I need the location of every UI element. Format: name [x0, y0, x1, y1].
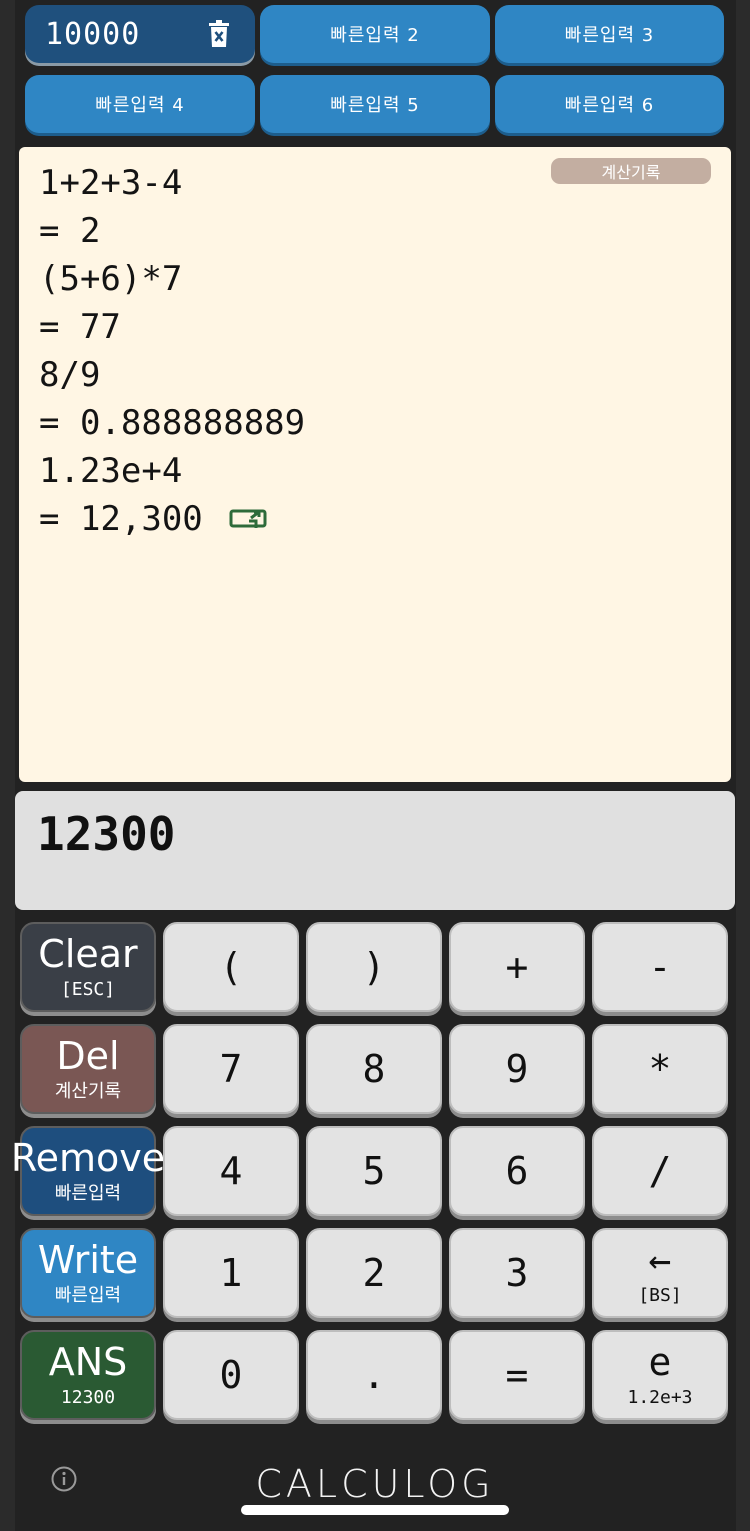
history-expression: (5+6)*7: [39, 259, 183, 299]
exponent-example: 1.2e+3: [627, 1387, 693, 1408]
write-quick-input-button[interactable]: Write 빠른입력: [20, 1228, 156, 1318]
key-label: .: [362, 1353, 386, 1397]
two-button[interactable]: 2: [306, 1228, 442, 1318]
five-button[interactable]: 5: [306, 1126, 442, 1216]
history-result: = 77: [39, 307, 121, 347]
minus-button[interactable]: -: [592, 922, 728, 1012]
history-line[interactable]: 8/9: [39, 351, 305, 399]
key-label: +: [505, 945, 529, 989]
close-paren-button[interactable]: ): [306, 922, 442, 1012]
key-label: (: [219, 945, 243, 989]
ans-button[interactable]: ANS 12300: [20, 1330, 156, 1420]
history-tag: 계산기록: [551, 158, 711, 184]
key-label: 2: [362, 1251, 386, 1295]
seven-button[interactable]: 7: [163, 1024, 299, 1114]
delete-label: Del: [56, 1034, 120, 1078]
eight-button[interactable]: 8: [306, 1024, 442, 1114]
quick-input-6-label: 빠른입력 6: [564, 95, 655, 116]
input-display[interactable]: 12300: [15, 791, 735, 910]
quick-input-5-label: 빠른입력 5: [330, 95, 420, 116]
one-button[interactable]: 1: [163, 1228, 299, 1318]
quick-input-2-label: 빠른입력 2: [330, 25, 420, 46]
remove-quick-input-button[interactable]: Remove 빠른입력: [11, 1126, 165, 1216]
remove-label: Remove: [10, 1136, 166, 1180]
history-result: = 0.888888889: [39, 403, 306, 443]
backspace-shortcut: [BS]: [638, 1285, 682, 1306]
display-value: 12300: [37, 807, 176, 861]
key-label: =: [505, 1353, 529, 1397]
write-sublabel: 빠른입력: [54, 1285, 122, 1306]
clear-shortcut: [ESC]: [60, 979, 116, 1000]
nine-button[interactable]: 9: [449, 1024, 585, 1114]
four-button[interactable]: 4: [163, 1126, 299, 1216]
backspace-arrow-icon: ←: [648, 1238, 672, 1282]
key-label: *: [648, 1047, 672, 1091]
history-line[interactable]: (5+6)*7: [39, 255, 305, 303]
quick-input-3[interactable]: 빠른입력 3: [495, 5, 724, 63]
clear-label: Clear: [38, 932, 138, 976]
backspace-button[interactable]: ← [BS]: [592, 1228, 728, 1318]
decimal-point-button[interactable]: .: [306, 1330, 442, 1420]
paste-to-input-icon[interactable]: [229, 508, 269, 530]
app-logo-text: CALCULOG: [255, 1462, 495, 1506]
history-line[interactable]: = 77: [39, 303, 305, 351]
quick-input-1-value: 10000: [45, 16, 141, 52]
quick-input-2[interactable]: 빠른입력 2: [260, 5, 490, 63]
history-line[interactable]: 1.23e+4: [39, 447, 305, 495]
remove-sublabel: 빠른입력: [54, 1183, 122, 1204]
quick-input-4-label: 빠른입력 4: [95, 95, 185, 116]
key-label: 3: [505, 1251, 529, 1295]
open-paren-button[interactable]: (: [163, 922, 299, 1012]
history-line[interactable]: 1+2+3-4: [39, 159, 305, 207]
key-label: 7: [219, 1047, 243, 1091]
history-result: = 12,300: [39, 499, 203, 539]
key-label: 5: [362, 1149, 386, 1193]
history-line[interactable]: = 0.888888889: [39, 399, 305, 447]
history-expression: 8/9: [39, 355, 101, 395]
key-label: ): [362, 945, 386, 989]
key-label: 4: [219, 1149, 243, 1193]
history-line[interactable]: = 12,300: [39, 495, 305, 543]
divide-button[interactable]: /: [592, 1126, 728, 1216]
ans-value: 12300: [60, 1387, 116, 1408]
key-label: 8: [362, 1047, 386, 1091]
plus-button[interactable]: +: [449, 922, 585, 1012]
quick-input-3-label: 빠른입력 3: [564, 25, 655, 46]
exponent-button[interactable]: e 1.2e+3: [592, 1330, 728, 1420]
key-label: /: [648, 1149, 672, 1193]
equals-button[interactable]: =: [449, 1330, 585, 1420]
history-expression: 1+2+3-4: [39, 163, 183, 203]
write-label: Write: [37, 1238, 139, 1282]
key-label: 1: [219, 1251, 243, 1295]
history-panel[interactable]: 계산기록 1+2+3-4 = 2 (5+6)*7 = 77 8/9 = 0.88…: [19, 147, 731, 782]
key-label: -: [648, 945, 672, 989]
history-line[interactable]: = 2: [39, 207, 305, 255]
quick-input-4[interactable]: 빠른입력 4: [25, 75, 255, 133]
quick-input-1[interactable]: 10000: [25, 5, 255, 63]
home-indicator[interactable]: [241, 1505, 509, 1515]
six-button[interactable]: 6: [449, 1126, 585, 1216]
key-label: 9: [505, 1047, 529, 1091]
history-expression: 1.23e+4: [39, 451, 183, 491]
multiply-button[interactable]: *: [592, 1024, 728, 1114]
history-result: = 2: [39, 211, 101, 251]
trash-icon[interactable]: [207, 20, 231, 48]
key-label: 0: [219, 1353, 243, 1397]
three-button[interactable]: 3: [449, 1228, 585, 1318]
key-label: 6: [505, 1149, 529, 1193]
delete-button[interactable]: Del 계산기록: [20, 1024, 156, 1114]
delete-sublabel: 계산기록: [54, 1081, 122, 1102]
ans-label: ANS: [48, 1340, 128, 1384]
quick-input-6[interactable]: 빠른입력 6: [495, 75, 724, 133]
quick-input-5[interactable]: 빠른입력 5: [260, 75, 490, 133]
zero-button[interactable]: 0: [163, 1330, 299, 1420]
history-lines: 1+2+3-4 = 2 (5+6)*7 = 77 8/9 = 0.8888888…: [39, 159, 305, 543]
key-label: e: [648, 1340, 672, 1384]
clear-button[interactable]: Clear [ESC]: [20, 922, 156, 1012]
